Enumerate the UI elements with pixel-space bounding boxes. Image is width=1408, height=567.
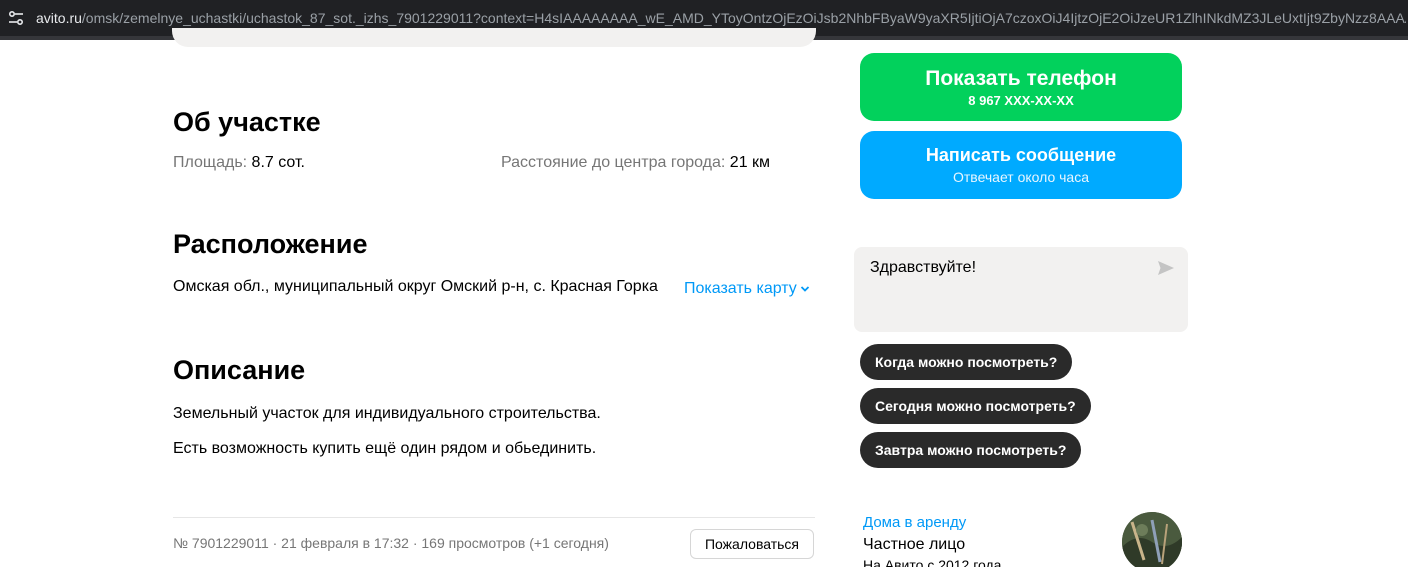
listing-meta: № 7901229011 · 21 февраля в 17:32 · 169 … [173, 535, 609, 551]
about-title: Об участке [173, 107, 321, 137]
location-title: Расположение [173, 229, 368, 259]
quick-reply-tomorrow[interactable]: Завтра можно посмотреть? [860, 432, 1082, 468]
seller-type: Частное лицо [863, 536, 966, 553]
show-map-label: Показать карту [684, 280, 797, 297]
seller-since: На Авито с 2012 года [863, 557, 1002, 567]
area-label: Площадь: [173, 154, 248, 171]
description-line-1: Земельный участок для индивидуального ст… [173, 405, 601, 422]
show-phone-label: Показать телефон [925, 66, 1117, 90]
quick-reply-today[interactable]: Сегодня можно посмотреть? [860, 388, 1091, 424]
description-line-2: Есть возможность купить ещё один рядом и… [173, 440, 597, 457]
seller-avatar[interactable] [1122, 512, 1182, 567]
message-input[interactable]: Здравствуйте! [854, 247, 1188, 332]
area-value: 8.7 сот. [251, 154, 305, 171]
response-time: Отвечает около часа [952, 169, 1090, 185]
report-button[interactable]: Пожаловаться [690, 529, 814, 559]
url-text[interactable]: avito.ru/omsk/zemelnye_uchastki/uchastok… [36, 10, 1406, 26]
phone-masked: 8 967 XXX-XX-XX [968, 92, 1074, 108]
url-path: /omsk/zemelnye_uchastki/uchastok_87_sot.… [81, 10, 1406, 26]
chevron-down-icon [800, 286, 809, 292]
previous-section-card [172, 28, 816, 47]
footer-divider [173, 517, 815, 518]
show-map-link[interactable]: Показать карту [684, 280, 810, 298]
description-title: Описание [173, 355, 306, 385]
area-param: Площадь: 8.7 сот. [173, 154, 305, 172]
show-phone-button[interactable]: Показать телефон 8 967 XXX-XX-XX [860, 53, 1182, 121]
distance-param: Расстояние до центра города: 21 км [501, 154, 770, 172]
address-text: Омская обл., муниципальный округ Омский … [173, 278, 658, 295]
write-message-label: Написать сообщение [925, 145, 1117, 165]
site-settings-icon[interactable] [3, 5, 29, 31]
distance-value: 21 км [729, 154, 771, 171]
send-icon[interactable] [1156, 259, 1176, 277]
message-draft: Здравствуйте! [870, 259, 977, 276]
write-message-button[interactable]: Написать сообщение Отвечает около часа [860, 131, 1182, 199]
url-host: avito.ru [36, 10, 82, 26]
seller-category-link[interactable]: Дома в аренду [863, 514, 966, 531]
distance-label: Расстояние до центра города: [501, 154, 726, 171]
quick-reply-when[interactable]: Когда можно посмотреть? [860, 344, 1073, 380]
